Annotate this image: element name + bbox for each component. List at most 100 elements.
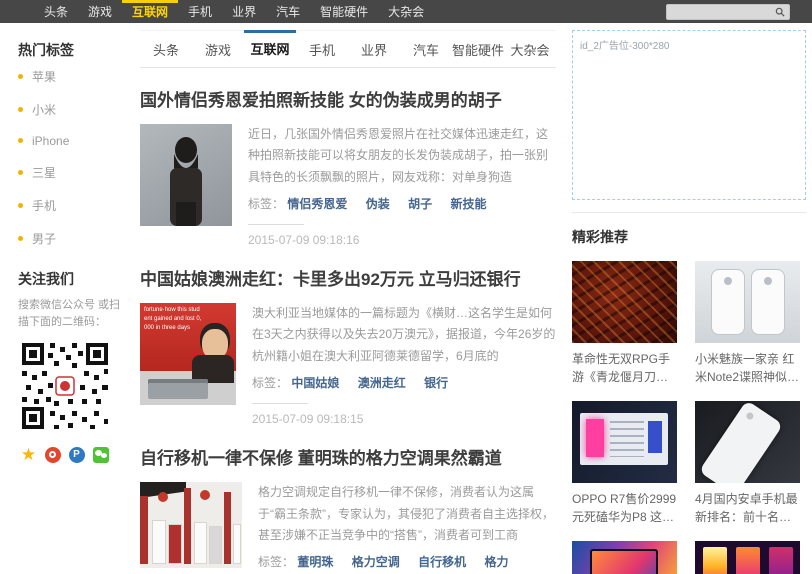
bullet-dot: [18, 170, 23, 175]
favorite-star-icon[interactable]: ★: [20, 446, 37, 463]
recommend-item[interactable]: 革命性无双RPG手游《青龙偃月刀》官网正: [572, 261, 677, 386]
thermal-bar: [736, 547, 760, 574]
article-tag-link[interactable]: 董明珠: [297, 555, 333, 569]
phone-screen-shape: [590, 549, 658, 574]
article-tag-link[interactable]: 格力: [484, 555, 508, 569]
tag-item: 三星: [18, 164, 126, 181]
article-tags: 标签： 情侣秀恩爱 伪装 胡子 新技能: [248, 195, 556, 212]
article-tag-link[interactable]: 伪装: [366, 197, 390, 211]
atm-machine: [148, 379, 208, 399]
bullet-dot: [18, 74, 23, 79]
promo-sign: [200, 490, 210, 500]
article-thumbnail[interactable]: fortune·how this student gained and lost…: [140, 303, 236, 405]
article-item: 国外情侣秀恩爱拍照新技能 女的伪装成男的胡子 近日，几张国外情侣秀恩爱照片在社交…: [140, 86, 556, 247]
article-info: 格力空调规定自行移机一律不保修，消费者认为这属于“霸王条款”，专家认为，其侵犯了…: [258, 482, 556, 574]
tab-mobile[interactable]: 手机: [296, 31, 348, 67]
tag-link-man[interactable]: 男子: [32, 232, 56, 246]
recommend-item[interactable]: OPPO R7售价2999元死磕华为P8 这么贵真的卖: [572, 401, 677, 526]
divider: [248, 224, 304, 225]
qr-code: [20, 341, 110, 431]
top-nav: 头条 游戏 互联网 手机 业界 汽车 智能硬件 大杂会: [0, 0, 812, 23]
recommend-grid: 革命性无双RPG手游《青龙偃月刀》官网正 小米魅族一家亲 红米Note2谍照神似…: [572, 261, 806, 574]
bullet-dot: [18, 203, 23, 208]
appliance: [209, 526, 222, 564]
category-tabs: 头条 游戏 互联网 手机 业界 汽车 智能硬件 大杂会: [140, 30, 556, 68]
content-layout: 热门标签 苹果 小米 iPhone 三星 手机 男子 关注我们 搜索微信公众号 …: [0, 23, 812, 574]
tag-item: iPhone: [18, 134, 126, 148]
divider: [252, 403, 308, 404]
article-thumbnail[interactable]: [140, 482, 242, 568]
recommend-item[interactable]: 李敏镐兄弟情玩OPPO: [572, 541, 677, 574]
main-content: 头条 游戏 互联网 手机 业界 汽车 智能硬件 大杂会 国外情侣秀恩爱拍照新技能…: [132, 30, 566, 574]
tag-link-iphone[interactable]: iPhone: [32, 134, 69, 148]
tab-auto[interactable]: 汽车: [400, 31, 452, 67]
tags-label: 标签：: [252, 376, 288, 390]
article-tag-link[interactable]: 格力空调: [352, 555, 400, 569]
blue-phone-shape: [648, 421, 662, 453]
article-tag-link[interactable]: 银行: [424, 376, 448, 390]
article-excerpt: 近日，几张国外情侣秀恩爱照片在社交媒体迅速走红，这种拍照新技能可以将女朋友的长发…: [248, 124, 556, 188]
article-tag-link[interactable]: 自行移机: [418, 555, 466, 569]
nav-item-smart-hardware[interactable]: 智能硬件: [310, 0, 378, 23]
tag-link-xiaomi[interactable]: 小米: [32, 103, 56, 117]
nav-item-internet[interactable]: 互联网: [122, 0, 178, 23]
recommend-title: 精彩推荐: [572, 227, 806, 247]
ad-placeholder[interactable]: id_2广告位-300*280: [572, 30, 806, 200]
nav-item-headlines[interactable]: 头条: [34, 0, 78, 23]
social-links: ★ P: [20, 446, 126, 463]
tag-link-samsung[interactable]: 三星: [32, 166, 56, 180]
article-tag-link[interactable]: 胡子: [408, 197, 432, 211]
article-date: 2015-07-09 09:18:16: [248, 233, 556, 247]
article-tag-link[interactable]: 中国姑娘: [291, 376, 339, 390]
thermal-bar: [703, 547, 727, 574]
tag-link-apple[interactable]: 苹果: [32, 70, 56, 84]
recommend-caption: 4月国内安卓手机最新排名：前十名居然不全: [695, 490, 800, 526]
tab-headlines[interactable]: 头条: [140, 31, 192, 67]
ad-slot-label: id_2广告位-300*280: [580, 41, 670, 52]
p-circle-icon[interactable]: P: [68, 446, 85, 463]
article-title[interactable]: 国外情侣秀恩爱拍照新技能 女的伪装成男的胡子: [140, 86, 556, 111]
article-item: 自行移机一律不保修 董明珠的格力空调果然霸道: [140, 444, 556, 574]
pink-phone-shape: [586, 419, 604, 457]
recommend-item[interactable]: 4月国内安卓手机最新排名：前十名居然不全: [695, 401, 800, 526]
tag-item: 小米: [18, 101, 126, 118]
nav-item-auto[interactable]: 汽车: [266, 0, 310, 23]
store-banner: [140, 496, 148, 564]
article-tags: 标签： 董明珠 格力空调 自行移机 格力: [258, 553, 556, 570]
phone-shape: [751, 269, 785, 335]
tag-link-phone[interactable]: 手机: [32, 199, 56, 213]
search-icon[interactable]: [775, 7, 785, 17]
left-sidebar: 热门标签 苹果 小米 iPhone 三星 手机 男子 关注我们 搜索微信公众号 …: [8, 30, 132, 574]
tab-misc[interactable]: 大杂会: [504, 31, 556, 67]
article-title[interactable]: 中国姑娘澳洲走红：卡里多出92万元 立马归还银行: [140, 265, 556, 290]
weibo-icon[interactable]: [44, 446, 61, 463]
tab-games[interactable]: 游戏: [192, 31, 244, 67]
article-item: 中国姑娘澳洲走红：卡里多出92万元 立马归还银行 fortune·how thi…: [140, 265, 556, 426]
nav-item-games[interactable]: 游戏: [78, 0, 122, 23]
spec-lines: [610, 421, 644, 457]
article-date: 2015-07-09 09:18:15: [252, 412, 556, 426]
search-input[interactable]: [671, 6, 775, 17]
tab-smart-hardware[interactable]: 智能硬件: [452, 31, 504, 67]
article-thumbnail[interactable]: [140, 124, 232, 226]
nav-item-industry[interactable]: 业界: [222, 0, 266, 23]
article-tag-link[interactable]: 澳洲走红: [358, 376, 406, 390]
article-tag-link[interactable]: 情侣秀恩爱: [287, 197, 347, 211]
hot-tag-list: 苹果 小米 iPhone 三星 手机 男子: [18, 68, 126, 247]
wechat-icon[interactable]: [92, 446, 109, 463]
recommend-item[interactable]: tweakers 55.4℃ 38.7℃ 42.2℃ 高通回应骁龙810发热: [695, 541, 800, 574]
tab-industry[interactable]: 业界: [348, 31, 400, 67]
appliance: [152, 520, 166, 564]
article-tag-link[interactable]: 新技能: [450, 197, 486, 211]
presentation-slide-image: [572, 401, 677, 483]
nav-item-misc[interactable]: 大杂会: [378, 0, 434, 23]
recommend-caption: OPPO R7售价2999元死磕华为P8 这么贵真的卖: [572, 490, 677, 526]
nav-item-mobile[interactable]: 手机: [178, 0, 222, 23]
recommend-item[interactable]: 小米魅族一家亲 红米Note2谍照神似MX5: [695, 261, 800, 386]
tab-internet[interactable]: 互联网: [244, 30, 296, 67]
newspaper-headline: fortune·how this student gained and lost…: [144, 306, 202, 333]
article-title[interactable]: 自行移机一律不保修 董明珠的格力空调果然霸道: [140, 444, 556, 469]
article-tags: 标签： 中国姑娘 澳洲走红 银行: [252, 374, 556, 391]
thermal-test-image: tweakers 55.4℃ 38.7℃ 42.2℃: [695, 541, 800, 574]
article-body: 近日，几张国外情侣秀恩爱照片在社交媒体迅速走红，这种拍照新技能可以将女朋友的长发…: [140, 124, 556, 247]
